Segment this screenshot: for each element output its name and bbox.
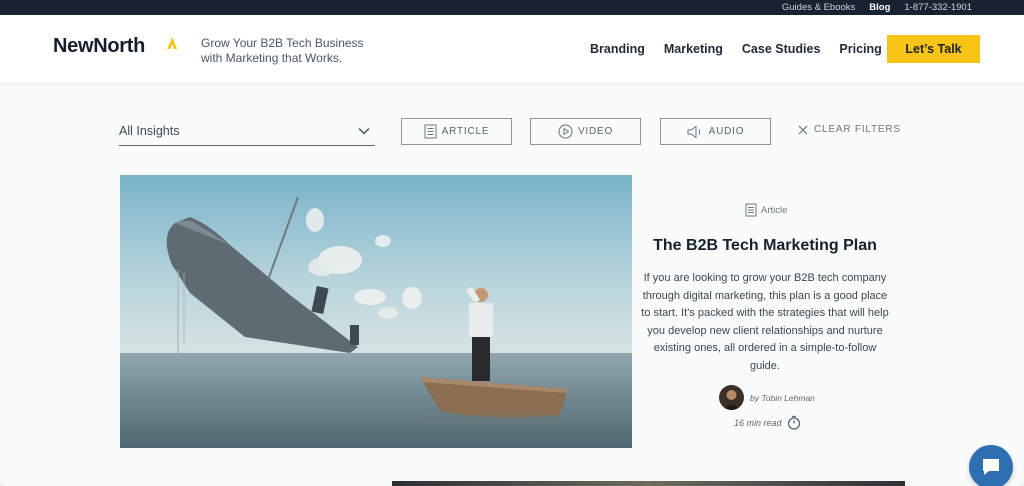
chat-bubble-icon xyxy=(983,459,999,475)
read-time: 16 min read xyxy=(734,415,801,430)
next-card-image-edge xyxy=(392,481,905,486)
clear-filters-button[interactable]: CLEAR FILTERS xyxy=(798,124,901,135)
content-type-label: Article xyxy=(761,204,788,216)
speaker-icon xyxy=(687,125,700,138)
insights-select[interactable]: All Insights xyxy=(119,116,375,146)
clear-filters-label: CLEAR FILTERS xyxy=(814,124,901,135)
tagline-line-2: with Marketing that Works. xyxy=(201,51,343,65)
tagline-line-1: Grow Your B2B Tech Business xyxy=(201,36,364,50)
insights-select-value: All Insights xyxy=(119,123,180,138)
audio-filter-label: AUDIO xyxy=(708,126,745,137)
document-icon xyxy=(745,203,757,217)
nav-marketing[interactable]: Marketing xyxy=(664,42,723,56)
nav-pricing[interactable]: Pricing xyxy=(839,42,881,56)
site-header: NewNorth Grow Your B2B Tech Business wit… xyxy=(0,15,1024,83)
stopwatch-icon xyxy=(787,415,800,430)
nav-case-studies[interactable]: Case Studies xyxy=(742,42,821,56)
video-filter-label: VIDEO xyxy=(577,126,614,137)
avatar xyxy=(719,385,744,410)
phone-link[interactable]: 1-877-332-1901 xyxy=(904,2,972,13)
close-icon xyxy=(798,125,808,134)
article-description: If you are looking to grow your B2B tech… xyxy=(641,272,889,372)
audio-filter-button[interactable]: AUDIO xyxy=(660,118,771,145)
read-time-label: 16 min read xyxy=(734,417,782,428)
chat-widget-button[interactable] xyxy=(969,445,1013,486)
author-name: by Tobin Lehman xyxy=(750,392,815,403)
nav-branding[interactable]: Branding xyxy=(590,42,645,56)
logo[interactable]: NewNorth xyxy=(53,35,145,58)
article-title[interactable]: The B2B Tech Marketing Plan xyxy=(632,237,898,255)
lets-talk-button[interactable]: Let’s Talk xyxy=(887,35,980,63)
blog-link[interactable]: Blog xyxy=(869,2,890,13)
author-byline: by Tobin Lehman xyxy=(719,385,815,410)
content-type-tag: Article xyxy=(745,203,787,217)
main-nav: Branding Marketing Case Studies Pricing xyxy=(590,42,901,56)
utility-links: Guides & Ebooks Blog 1-877-332-1901 xyxy=(782,0,972,15)
featured-image[interactable] xyxy=(120,175,632,448)
top-utility-bar: Guides & Ebooks Blog 1-877-332-1901 xyxy=(0,0,1024,15)
chevron-down-icon xyxy=(358,127,370,135)
sinking-ship-illustration xyxy=(120,175,632,448)
article-filter-label: ARTICLE xyxy=(441,126,490,137)
video-filter-button[interactable]: VIDEO xyxy=(530,118,641,145)
article-filter-button[interactable]: ARTICLE xyxy=(401,118,512,145)
guides-ebooks-link[interactable]: Guides & Ebooks xyxy=(782,2,855,13)
document-icon xyxy=(424,124,437,139)
logo-arrow-icon xyxy=(167,37,177,49)
tagline: Grow Your B2B Tech Business with Marketi… xyxy=(201,36,371,66)
page: NewNorth Grow Your B2B Tech Business wit… xyxy=(0,15,1024,486)
play-circle-icon xyxy=(558,124,573,139)
